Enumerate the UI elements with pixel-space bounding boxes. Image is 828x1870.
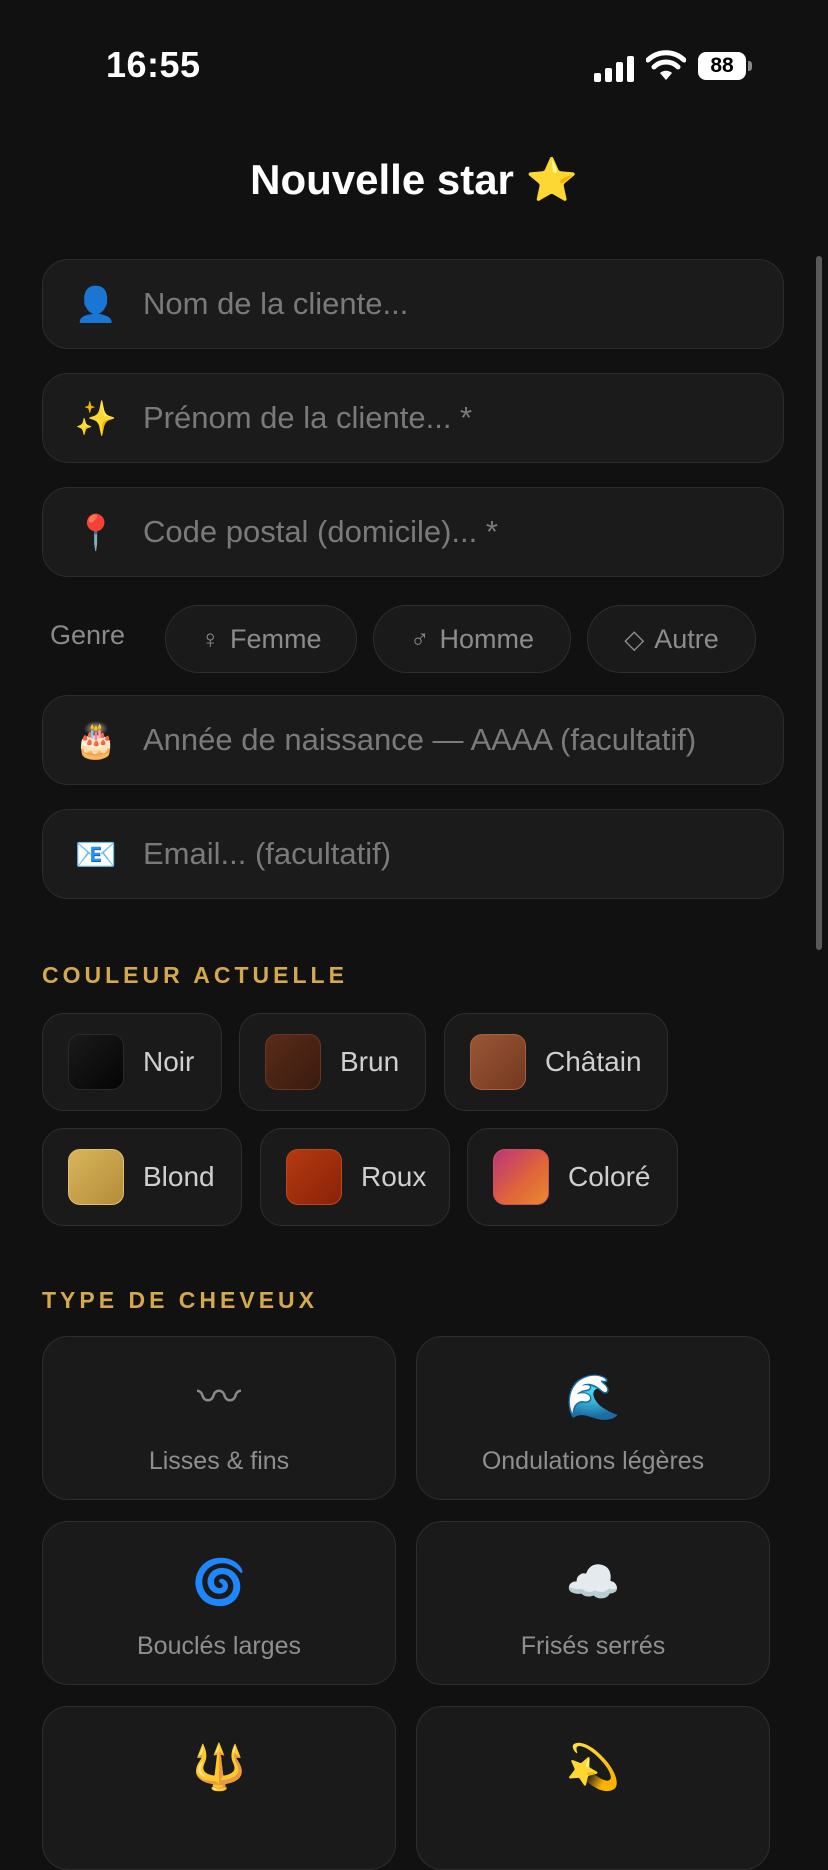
genre-autre-button[interactable]: ◇ Autre [587,605,756,673]
color-label-colore: Coloré [568,1161,651,1192]
color-chip-roux[interactable]: Roux [260,1128,450,1226]
page-title: Nouvelle star ⭐ [250,156,578,203]
genre-femme-button[interactable]: ♀ Femme [165,605,357,673]
couleur-section-title: COULEUR ACTUELLE [42,962,348,988]
color-chip-colore[interactable]: Coloré [467,1128,678,1226]
hair-type-frises[interactable]: ☁️ Frisés serrés [416,1521,770,1685]
genre-femme-label: Femme [229,623,322,654]
scrollbar[interactable] [816,256,822,950]
color-swatch-brun [265,1034,321,1090]
color-label-brun: Brun [340,1046,400,1077]
color-swatch-chatain [470,1034,526,1090]
prenom-field[interactable]: ✨ [42,373,784,463]
cloud-icon: ☁️ [565,1558,621,1607]
color-swatch-roux [286,1149,342,1205]
wave-icon: 🌊 [565,1373,621,1422]
nom-field[interactable]: 👤 [42,259,784,349]
color-label-roux: Roux [361,1161,427,1192]
color-label-noir: Noir [143,1046,195,1077]
wifi-icon [646,50,686,80]
female-icon: ♀ [200,623,220,654]
genre-homme-button[interactable]: ♂ Homme [373,605,571,673]
email-input[interactable] [143,810,763,898]
wavy-line-icon: 〰 [197,1373,241,1422]
code-postal-input[interactable] [143,488,763,576]
cake-icon: 🎂 [74,722,118,760]
hair-type-boucles[interactable]: 🌀 Bouclés larges [42,1521,396,1685]
email-icon: 📧 [74,836,118,874]
status-time: 16:55 [106,44,201,85]
color-label-blond: Blond [143,1161,215,1192]
genre-homme-label: Homme [439,623,534,654]
genre-autre-label: Autre [654,623,719,654]
sparkles-icon: ✨ [74,400,118,438]
color-chip-noir[interactable]: Noir [42,1013,222,1111]
hair-type-ondulations[interactable]: 🌊 Ondulations légères [416,1336,770,1500]
nom-input[interactable] [143,260,763,348]
signal-icon [594,56,634,82]
hair-type-label: Frisés serrés [520,1632,666,1660]
hair-type-label: Lisses & fins [148,1447,290,1475]
color-swatch-colore [493,1149,549,1205]
hair-type-label: Bouclés larges [137,1632,301,1660]
hair-type-lisses[interactable]: 〰 Lisses & fins [42,1336,396,1500]
dizzy-star-icon: 💫 [565,1743,621,1792]
annee-field[interactable]: 🎂 [42,695,784,785]
email-field[interactable]: 📧 [42,809,784,899]
battery-level: 88 [698,52,746,80]
person-icon: 👤 [74,286,118,324]
color-swatch-blond [68,1149,124,1205]
battery-icon: 88 [698,52,752,80]
color-chip-brun[interactable]: Brun [239,1013,426,1111]
spiral-icon: 🌀 [191,1558,247,1607]
color-chip-chatain[interactable]: Châtain [444,1013,668,1111]
cheveux-section-title: TYPE DE CHEVEUX [42,1287,318,1313]
pin-icon: 📍 [74,514,118,552]
diamond-icon: ◇ [624,623,645,654]
hair-type-tile-6[interactable]: 💫 [416,1706,770,1870]
trident-icon: 🔱 [191,1743,247,1792]
hair-type-label: Ondulations légères [481,1447,705,1475]
prenom-input[interactable] [143,374,763,462]
genre-label: Genre [50,620,126,650]
annee-input[interactable] [143,696,763,784]
status-bar: 16:55 88 [0,0,828,130]
color-swatch-noir [68,1034,124,1090]
male-icon: ♂ [409,623,430,654]
code-postal-field[interactable]: 📍 [42,487,784,577]
color-label-chatain: Châtain [545,1046,642,1077]
hair-type-tile-5[interactable]: 🔱 [42,1706,396,1870]
color-chip-blond[interactable]: Blond [42,1128,242,1226]
